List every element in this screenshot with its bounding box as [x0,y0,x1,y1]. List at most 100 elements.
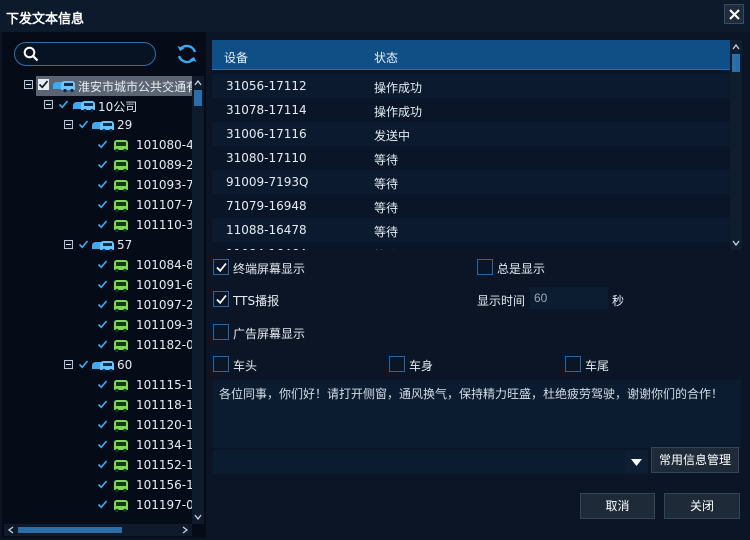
check-icon [78,120,89,129]
check-icon [78,360,89,369]
terminal-display-checkbox[interactable] [213,259,229,275]
collapse-toggle[interactable] [24,80,33,89]
tree-vertical-scrollbar[interactable] [192,76,204,524]
check-icon [78,240,89,249]
tree-vehicle-node[interactable]: 101089-27 [2,156,192,176]
tree-horizontal-scrollbar[interactable] [4,524,192,536]
tree-company-node[interactable]: 10公司 [2,96,192,116]
table-vertical-scrollbar[interactable] [730,40,742,250]
tree-vehicle-node[interactable]: 101093-76 [2,176,192,196]
tree-vehicle-node[interactable]: 101110-31 [2,216,192,236]
tree-vehicle-node[interactable]: 101080-42 [2,136,192,156]
tree-checkbox[interactable] [97,259,108,270]
display-time-input[interactable] [530,287,608,309]
table-row[interactable]: 31056-17112 操作成功 [212,74,730,98]
tree-vehicle-node[interactable]: 101118-17 [2,396,192,416]
check-icon [97,460,108,469]
body-checkbox[interactable] [389,356,405,372]
collapse-toggle[interactable] [64,360,73,369]
tree-checkbox[interactable] [97,319,108,330]
collapse-toggle[interactable] [64,120,73,129]
tree-checkbox[interactable] [97,279,108,290]
ad-display-checkbox[interactable] [213,324,229,340]
status-cell: 等待 [374,247,398,250]
device-cell: 11088-16478 [226,223,307,237]
tree-checkbox[interactable] [97,219,108,230]
tts-checkbox[interactable] [213,291,229,307]
manage-common-messages-button[interactable]: 常用信息管理 [651,447,739,473]
vehicle-icon [114,380,128,393]
tree-checkbox[interactable] [97,419,108,430]
tree-checkbox[interactable] [97,499,108,510]
always-display-label: 总是显示 [497,262,546,276]
tree-vehicle-node[interactable]: 101182-05 [2,336,192,356]
tree-checkbox[interactable] [38,79,49,90]
table-row[interactable]: 71079-16948 等待 [212,194,730,218]
always-display-checkbox[interactable] [477,259,493,275]
tree-group-node[interactable]: 57 [2,236,192,256]
tree-vertical-thumb[interactable] [194,90,202,106]
table-row[interactable]: 11088-16478 等待 [212,218,730,242]
table-vertical-thumb[interactable] [732,54,740,72]
vehicle-icon [114,200,128,213]
tree-checkbox[interactable] [97,439,108,450]
tree-checkbox[interactable] [78,239,89,250]
common-message-select[interactable] [213,450,648,474]
tree-vehicle-node[interactable]: 101197-05 [2,496,192,516]
tree-group-label: 60 [117,358,133,372]
tree-vehicle-node[interactable]: 101115-17 [2,376,192,396]
rear-checkbox[interactable] [565,356,581,372]
tree-group-label: 57 [117,238,133,252]
tree-checkbox[interactable] [97,299,108,310]
tree-checkbox[interactable] [97,339,108,350]
tree-checkbox[interactable] [97,179,108,190]
table-row[interactable]: 91009-7193Q 等待 [212,170,730,194]
scroll-up-icon [732,43,740,50]
tree-checkbox[interactable] [97,399,108,410]
close-window-button[interactable] [724,4,744,24]
tree-vehicle-node[interactable]: 101091-63 [2,276,192,296]
vehicle-icon [114,420,128,433]
table-row[interactable]: 31080-17110 等待 [212,146,730,170]
tree-vehicle-node[interactable]: 101084-82 [2,256,192,276]
close-button[interactable]: 关闭 [664,493,740,519]
search-input[interactable] [45,45,149,63]
refresh-button[interactable] [175,42,199,66]
tree-checkbox[interactable] [97,459,108,470]
tree-checkbox[interactable] [97,139,108,150]
tree-vehicle-node[interactable]: 101156-17 [2,476,192,496]
tree-vehicle-node[interactable]: 101134-17 [2,436,192,456]
tree-root-node[interactable]: 淮安市城市公共交通有限公司 [2,76,192,96]
cancel-button[interactable]: 取消 [580,493,655,519]
tree-group-node[interactable]: 29 [2,116,192,136]
tree-checkbox[interactable] [97,199,108,210]
device-cell: 11084-16464 [226,247,307,250]
scroll-down-icon [732,240,740,247]
vehicle-icon [114,160,128,173]
tree-checkbox[interactable] [58,99,69,110]
table-row[interactable]: 31078-17114 操作成功 [212,98,730,122]
common-message-dropdown-button[interactable] [625,450,648,474]
tree-group-node[interactable]: 60 [2,356,192,376]
tree-vehicle-node[interactable]: 101097-20 [2,296,192,316]
collapse-toggle[interactable] [44,100,53,109]
check-icon [97,320,108,329]
tree-vehicle-node[interactable]: 101120-17 [2,416,192,436]
tree-checkbox[interactable] [97,159,108,170]
table-row[interactable]: 11084-16464 等待 [212,242,730,250]
device-cell: 31056-17112 [226,79,307,93]
tree-checkbox[interactable] [78,119,89,130]
message-textarea[interactable]: 各位同事，你们好！请打开侧窗，通风换气，保持精力旺盛，杜绝疲劳驾驶，谢谢你们的合… [213,380,741,448]
tree-checkbox[interactable] [97,379,108,390]
tree-checkbox[interactable] [78,359,89,370]
collapse-toggle[interactable] [64,240,73,249]
tree-vehicle-node[interactable]: 101109-33 [2,316,192,336]
rear-label: 车尾 [585,359,610,373]
tree-vehicle-node[interactable]: 101107-70 [2,196,192,216]
tree-checkbox[interactable] [97,479,108,490]
tree-vehicle-node[interactable]: 101152-17 [2,456,192,476]
vehicle-tree-panel: 淮安市城市公共交通有限公司 10公司 29101080-42 101089-27 101… [2,32,206,538]
tree-horizontal-thumb[interactable] [18,527,122,533]
front-checkbox[interactable] [213,356,229,372]
table-row[interactable]: 31006-17116 发送中 [212,122,730,146]
